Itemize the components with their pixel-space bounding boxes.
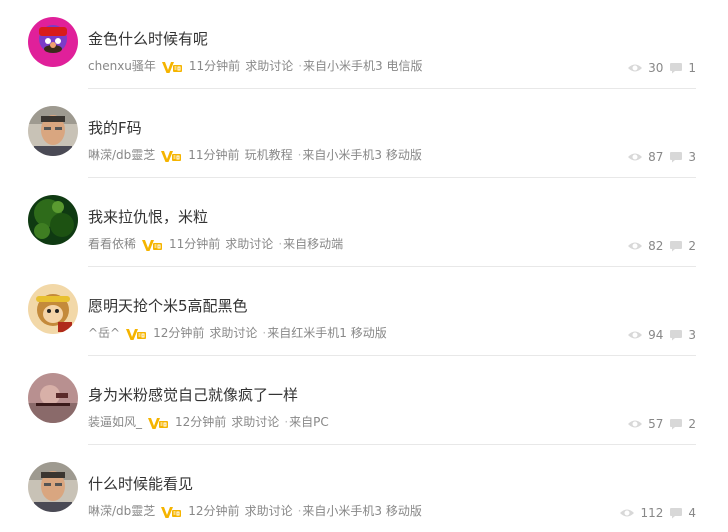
- vip-badge-icon: [148, 417, 169, 429]
- post-time: 12分钟前: [153, 326, 205, 340]
- category-link[interactable]: 求助讨论: [245, 57, 293, 74]
- post-time: 12分钟前: [175, 415, 227, 429]
- post-source: 来自PC: [289, 415, 329, 429]
- comment-icon: [670, 241, 683, 252]
- user-avatar[interactable]: [28, 373, 78, 423]
- comment-count: 1: [688, 61, 696, 75]
- vip-badge-icon: [142, 239, 163, 251]
- vip-badge-icon: [126, 328, 147, 340]
- meta-separator: ·: [262, 325, 267, 340]
- thread-stats: 30 1: [627, 61, 696, 75]
- eye-icon: [620, 509, 635, 517]
- author-name[interactable]: 装逼如风_: [88, 413, 142, 430]
- view-count: 94: [648, 328, 664, 342]
- view-count: 82: [648, 239, 664, 253]
- comment-count: 3: [688, 150, 696, 164]
- comment-icon: [670, 152, 683, 163]
- view-count: 30: [648, 61, 664, 75]
- category-link[interactable]: 求助讨论: [209, 324, 257, 341]
- user-avatar[interactable]: [28, 284, 78, 334]
- thread-title[interactable]: 我来拉仇恨，米粒: [88, 206, 208, 227]
- user-avatar[interactable]: [28, 462, 78, 512]
- thread-stats: 87 3: [627, 150, 696, 164]
- comment-icon: [670, 330, 683, 341]
- comment-count: 2: [688, 417, 696, 431]
- thread-title[interactable]: 身为米粉感觉自己就像疯了一样: [88, 384, 298, 405]
- author-name[interactable]: 啉溁/db靈芝: [88, 502, 155, 519]
- thread-meta: 啉溁/db靈芝 12分钟前 求助讨论 · 来自小米手机3 移动版: [88, 502, 422, 519]
- view-count: 87: [648, 150, 664, 164]
- thread-stats: 94 3: [627, 328, 696, 342]
- eye-icon: [628, 331, 643, 339]
- thread-title[interactable]: 我的F码: [88, 117, 142, 138]
- eye-icon: [628, 64, 643, 72]
- thread-title[interactable]: 愿明天抢个米5高配黑色: [88, 295, 248, 316]
- thread-meta: 啉溁/db靈芝 11分钟前 玩机教程 · 来自小米手机3 移动版: [88, 146, 422, 163]
- thread-stats: 57 2: [627, 417, 696, 431]
- thread-item[interactable]: 金色什么时候有呢 chenxu骚年 11分钟前 求助讨论 · 来自小米手机3 电信版 30 1: [0, 0, 728, 89]
- post-time: 11分钟前: [169, 237, 221, 251]
- post-source: 来自小米手机3 移动版: [302, 148, 422, 162]
- post-time: 11分钟前: [188, 148, 240, 162]
- meta-separator: ·: [278, 236, 283, 251]
- post-time: 11分钟前: [188, 59, 241, 73]
- comment-count: 3: [688, 328, 696, 342]
- thread-item[interactable]: 愿明天抢个米5高配黑色 ^岳^ 12分钟前 求助讨论 · 来自红米手机1 移动版 94 3: [0, 267, 728, 356]
- meta-separator: ·: [297, 503, 302, 518]
- meta-separator: ·: [284, 414, 289, 429]
- comment-icon: [670, 63, 683, 74]
- thread-title[interactable]: 什么时候能看见: [88, 473, 193, 494]
- category-link[interactable]: 求助讨论: [231, 413, 279, 430]
- post-source: 来自小米手机3 移动版: [302, 504, 422, 518]
- eye-icon: [628, 242, 643, 250]
- author-name[interactable]: 啉溁/db靈芝: [88, 146, 155, 163]
- view-count: 57: [648, 417, 664, 431]
- author-name[interactable]: ^岳^: [88, 324, 120, 341]
- eye-icon: [628, 420, 643, 428]
- meta-separator: ·: [297, 147, 302, 162]
- category-link[interactable]: 求助讨论: [245, 502, 293, 519]
- comment-count: 4: [688, 506, 696, 520]
- user-avatar[interactable]: [28, 17, 78, 67]
- user-avatar[interactable]: [28, 106, 78, 156]
- thread-title[interactable]: 金色什么时候有呢: [88, 28, 208, 49]
- comment-icon: [670, 419, 683, 430]
- thread-item[interactable]: 我来拉仇恨，米粒看看依稀 11分钟前 求助讨论 · 来自移动端 82 2: [0, 178, 728, 267]
- thread-meta: chenxu骚年 11分钟前 求助讨论 · 来自小米手机3 电信版: [88, 57, 422, 74]
- thread-item[interactable]: 身为米粉感觉自己就像疯了一样装逼如风_ 12分钟前 求助讨论 · 来自PC 57 2: [0, 356, 728, 445]
- category-link[interactable]: 求助讨论: [225, 235, 273, 252]
- meta-separator: ·: [298, 58, 303, 73]
- post-source: 来自红米手机1 移动版: [267, 326, 387, 340]
- thread-meta: 装逼如风_ 12分钟前 求助讨论 · 来自PC: [88, 413, 329, 430]
- thread-item[interactable]: 什么时候能看见啉溁/db靈芝 12分钟前 求助讨论 · 来自小米手机3 移动版 112 4: [0, 445, 728, 532]
- comment-icon: [670, 508, 683, 519]
- vip-badge-icon: [161, 506, 182, 518]
- author-name[interactable]: 看看依稀: [88, 235, 136, 252]
- thread-item[interactable]: 我的F码啉溁/db靈芝 11分钟前 玩机教程 · 来自小米手机3 移动版 87 3: [0, 89, 728, 178]
- vip-badge-icon: [161, 150, 182, 162]
- thread-meta: 看看依稀 11分钟前 求助讨论 · 来自移动端: [88, 235, 343, 252]
- thread-meta: ^岳^ 12分钟前 求助讨论 · 来自红米手机1 移动版: [88, 324, 387, 341]
- post-time: 12分钟前: [188, 504, 240, 518]
- thread-stats: 82 2: [627, 239, 696, 253]
- author-name[interactable]: chenxu骚年: [88, 57, 156, 74]
- post-source: 来自小米手机3 电信版: [303, 59, 423, 73]
- comment-count: 2: [688, 239, 696, 253]
- view-count: 112: [640, 506, 664, 520]
- vip-badge-icon: [161, 61, 182, 73]
- eye-icon: [628, 153, 643, 161]
- user-avatar[interactable]: [28, 195, 78, 245]
- thread-stats: 112 4: [619, 506, 696, 520]
- category-link[interactable]: 玩机教程: [245, 146, 293, 163]
- post-source: 来自移动端: [283, 237, 344, 251]
